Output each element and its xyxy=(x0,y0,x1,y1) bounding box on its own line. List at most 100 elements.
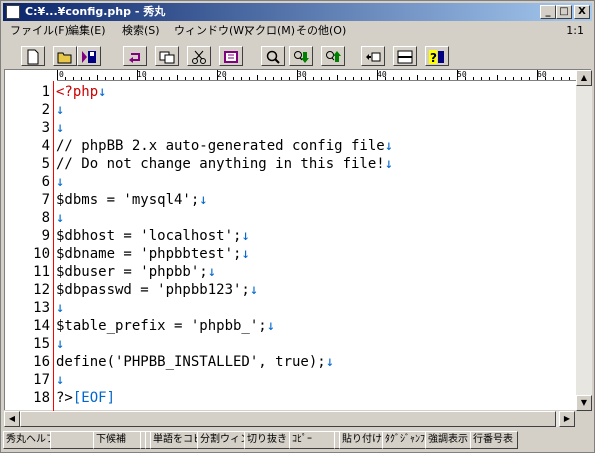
ruler-tick xyxy=(233,77,234,80)
menu-window[interactable]: ウィンドウ(W) xyxy=(171,22,251,40)
editor-line[interactable]: 18 ?>[EOF] xyxy=(5,389,576,407)
svg-text:?: ? xyxy=(430,51,437,65)
scrollbar-corner xyxy=(575,411,591,427)
ruler-tick xyxy=(553,77,554,80)
line-content: // Do not change anything in this file! xyxy=(56,156,385,172)
menu-edit[interactable]: 編集(E) xyxy=(65,22,109,40)
scroll-right-button[interactable]: ▶ xyxy=(559,411,575,427)
ruler-tick xyxy=(417,75,418,80)
ruler-tick xyxy=(425,77,426,80)
line-content: define('PHPBB_INSTALLED', true); xyxy=(56,354,326,370)
function-key-9[interactable]: ｺﾋﾟｰ xyxy=(289,431,335,449)
ruler-tick xyxy=(249,77,250,80)
ruler-tick xyxy=(433,77,434,80)
line-number: 11 xyxy=(33,264,50,280)
editor-line[interactable]: 10 $dbname = 'phpbbtest';↓ xyxy=(5,245,576,263)
eof-mark: [EOF] xyxy=(72,390,116,406)
scroll-left-button[interactable]: ◀ xyxy=(4,411,20,427)
new-file-icon xyxy=(27,49,39,65)
ruler-tick xyxy=(569,77,570,80)
line-text: $dbhost = 'localhost';↓ xyxy=(56,227,250,245)
editor-line[interactable]: 5 // Do not change anything in this file!… xyxy=(5,155,576,173)
minimize-button[interactable]: _ xyxy=(540,5,556,19)
ruler-tick xyxy=(385,77,386,80)
ruler-tick xyxy=(193,77,194,80)
ruler-tick xyxy=(185,77,186,80)
function-key-8[interactable]: 切り抜き xyxy=(244,431,290,449)
open-button[interactable] xyxy=(53,46,77,66)
search-down-button[interactable] xyxy=(289,46,313,66)
ruler-tick xyxy=(241,77,242,80)
menu-macro[interactable]: マクロ(M) xyxy=(241,22,298,40)
menu-search[interactable]: 検索(S) xyxy=(119,22,163,40)
editor-line[interactable]: 11 $dbuser = 'phpbb';↓ xyxy=(5,263,576,281)
function-key-12[interactable]: ﾀｸﾞｼﾞｬﾝﾌﾟ xyxy=(382,431,426,449)
editor-line[interactable]: 4 // phpBB 2.x auto-generated config file… xyxy=(5,137,576,155)
copy-button[interactable] xyxy=(155,46,179,66)
editor-line[interactable]: 6 ↓ xyxy=(5,173,576,191)
function-key-7[interactable]: 分割ウィン xyxy=(197,431,245,449)
editor-line[interactable]: 16 define('PHPBB_INSTALLED', true);↓ xyxy=(5,353,576,371)
text-area[interactable]: 1 <?php↓ 2 ↓ 3 ↓ 4// phpBB 2.x auto-generated … xyxy=(5,83,576,411)
help-button[interactable]: ? xyxy=(425,46,449,66)
function-key-6[interactable]: 単語をコピ xyxy=(150,431,198,449)
editor-line[interactable]: 7 $dbms = 'mysql4';↓ xyxy=(5,191,576,209)
editor-pane[interactable]: 0 10 20 30 40 50 60 1 <?php↓ 2 ↓ 3 ↓ 4// phpBB… xyxy=(4,69,592,411)
horizontal-scrollbar[interactable]: ◀ ▶ xyxy=(4,411,575,427)
cursor-position: 1:1 xyxy=(566,24,584,37)
newline-mark: ↓ xyxy=(199,192,208,208)
line-content: // phpBB 2.x auto-generated config file xyxy=(56,138,385,154)
editor-line[interactable]: 17 ↓ xyxy=(5,371,576,389)
undo-button[interactable] xyxy=(123,46,147,66)
editor-line[interactable]: 9 $dbhost = 'localhost';↓ xyxy=(5,227,576,245)
app-icon[interactable] xyxy=(6,5,20,19)
line-number: 14 xyxy=(33,318,50,334)
newline-mark: ↓ xyxy=(56,102,65,118)
close-button[interactable]: X xyxy=(574,5,590,19)
new-file-button[interactable] xyxy=(21,46,45,66)
ruler-tick xyxy=(497,75,498,80)
editor-line[interactable]: 13 ↓ xyxy=(5,299,576,317)
line-number: 6 xyxy=(41,174,50,190)
newline-mark: ↓ xyxy=(56,372,65,388)
bookmark-button[interactable] xyxy=(361,46,385,66)
search-button[interactable] xyxy=(261,46,285,66)
line-number: 15 xyxy=(33,336,50,352)
editor-line[interactable]: 3 ↓ xyxy=(5,119,576,137)
line-text: ↓ xyxy=(56,119,64,137)
search-up-button[interactable] xyxy=(321,46,345,66)
scroll-up-button[interactable]: ▲ xyxy=(576,70,592,86)
editor-line[interactable]: 8 ↓ xyxy=(5,209,576,227)
ruler-tick xyxy=(161,77,162,80)
ruler-tick xyxy=(273,77,274,80)
editor-line[interactable]: 12 $dbpasswd = 'phpbb123';↓ xyxy=(5,281,576,299)
editor-line[interactable]: 1 <?php↓ xyxy=(5,83,576,101)
ruler-tick xyxy=(177,75,178,80)
line-number: 10 xyxy=(33,246,50,262)
paste-button[interactable] xyxy=(219,46,243,66)
editor-line[interactable]: 15 ↓ xyxy=(5,335,576,353)
newline-mark: ↓ xyxy=(56,300,65,316)
function-key-2[interactable] xyxy=(50,431,94,449)
menu-other[interactable]: その他(O) xyxy=(293,22,349,40)
title-bar[interactable]: C:¥...¥config.php - 秀丸 _ □ X xyxy=(3,3,592,21)
horizontal-scroll-thumb[interactable] xyxy=(20,411,556,427)
function-key-14[interactable]: 行番号表 xyxy=(470,431,518,449)
editor-line[interactable]: 2 ↓ xyxy=(5,101,576,119)
newline-mark: ↓ xyxy=(241,246,250,262)
function-key-11[interactable]: 貼り付け xyxy=(339,431,383,449)
ruler-tick xyxy=(225,77,226,80)
save-button[interactable] xyxy=(77,46,101,66)
editor-line[interactable]: 14 $table_prefix = 'phpbb_';↓ xyxy=(5,317,576,335)
function-key-13[interactable]: 強調表示 xyxy=(425,431,471,449)
cut-button[interactable] xyxy=(187,46,211,66)
line-number: 13 xyxy=(33,300,50,316)
function-key-3[interactable]: 下候補 xyxy=(93,431,141,449)
split-window-button[interactable] xyxy=(393,46,417,66)
vertical-scrollbar[interactable]: ▲ ▼ xyxy=(576,70,592,411)
scroll-down-button[interactable]: ▼ xyxy=(576,395,592,411)
menu-file[interactable]: ファイル(F) xyxy=(7,22,72,40)
maximize-button[interactable]: □ xyxy=(556,5,572,19)
copy-icon xyxy=(159,51,175,64)
function-key-1[interactable]: 秀丸ヘルプ xyxy=(3,431,51,449)
